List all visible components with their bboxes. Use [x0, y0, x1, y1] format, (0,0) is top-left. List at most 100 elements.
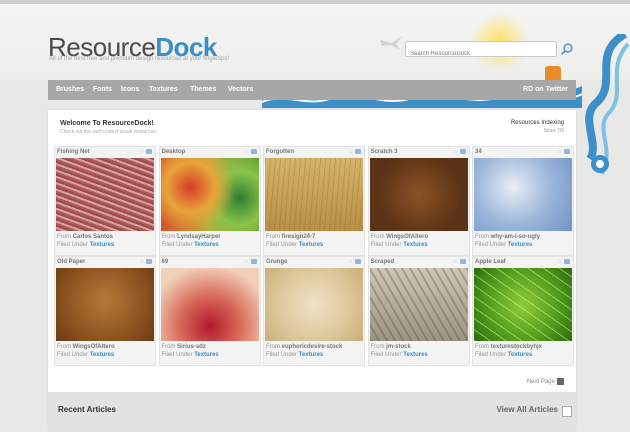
category-link[interactable]: Textures	[299, 242, 324, 248]
texture-card[interactable]: Grunge ☆ From euphoricdesire-stock Filed Un…	[263, 256, 365, 366]
texture-thumbnail[interactable]	[160, 158, 259, 231]
texture-card[interactable]: 34 ☆ From why-am-i-so-ugly Filed Under Text…	[472, 146, 574, 256]
author-link[interactable]: WingsOfAltero	[386, 234, 428, 240]
card-title[interactable]: Desktop	[162, 149, 186, 155]
site-tagline: All of the best free and premium design …	[49, 56, 230, 62]
category-link[interactable]: Textures	[194, 352, 219, 358]
download-icon[interactable]	[459, 259, 466, 265]
welcome-title: Welcome To ResourceDock!	[60, 120, 154, 127]
texture-thumbnail[interactable]	[474, 268, 572, 341]
card-category: Filed Under Textures	[266, 352, 324, 358]
card-author: From euphoricdesire-stock	[266, 344, 343, 350]
download-icon[interactable]	[146, 259, 152, 265]
texture-thumbnail[interactable]	[369, 268, 468, 341]
card-author: From Sirius-sdz	[161, 344, 206, 350]
texture-card[interactable]: Desktop ☆ From LyndsayHarper Filed Under Te…	[158, 146, 261, 256]
category-link[interactable]: Textures	[90, 242, 115, 248]
card-actions: ☆	[558, 149, 570, 155]
card-title[interactable]: Grunge	[266, 259, 287, 265]
download-icon[interactable]	[146, 149, 152, 155]
card-author: From WingsOfAltero	[370, 234, 429, 240]
author-link[interactable]: WingsOfAltero	[73, 344, 115, 350]
welcome-subtitle: Check out the web's latest visual resour…	[60, 129, 158, 135]
texture-thumbnail[interactable]	[160, 268, 259, 341]
category-link[interactable]: Textures	[508, 352, 533, 358]
card-title[interactable]: 34	[475, 149, 482, 155]
card-title[interactable]: Old Paper	[57, 259, 85, 265]
recent-articles-bar: Recent Articles View All Articles	[48, 392, 576, 432]
texture-thumbnail[interactable]	[369, 158, 468, 231]
download-icon[interactable]	[459, 149, 466, 155]
nav-themes[interactable]: Themes	[190, 86, 216, 93]
download-icon[interactable]	[564, 259, 570, 265]
search-input[interactable]	[406, 47, 554, 61]
card-title[interactable]: 69	[162, 259, 169, 265]
category-link[interactable]: Textures	[299, 352, 324, 358]
category-link[interactable]: Textures	[508, 242, 533, 248]
card-actions: ☆	[558, 259, 570, 265]
indexing-subtitle: Since '08	[543, 128, 564, 134]
category-link[interactable]: Textures	[90, 352, 115, 358]
nav-textures[interactable]: Textures	[149, 86, 178, 93]
category-link[interactable]: Textures	[194, 242, 219, 248]
texture-thumbnail[interactable]	[474, 158, 572, 231]
texture-card[interactable]: Fishing Net ☆ From Carlos Santos Filed Unde…	[54, 146, 156, 256]
category-link[interactable]: Textures	[403, 242, 428, 248]
indexing-title: Resources Indexing	[510, 120, 564, 126]
swirl-decoration	[585, 34, 630, 175]
search-icon[interactable]	[560, 42, 574, 56]
author-link[interactable]: euphoricdesire-stock	[282, 344, 343, 350]
next-page-icon	[557, 378, 564, 385]
nav-brushes[interactable]: Brushes	[56, 86, 84, 93]
main-nav: Brushes Fonts Icons Textures Themes Vect…	[48, 80, 576, 100]
card-actions: ☆	[140, 259, 152, 265]
card-category: Filed Under Textures	[475, 352, 533, 358]
main-content: Welcome To ResourceDock! Check out the w…	[48, 110, 576, 430]
texture-card[interactable]: Scraped ☆ From jm-stock Filed Under Texture…	[367, 256, 470, 366]
author-link[interactable]: why-am-i-so-ugly	[491, 234, 540, 240]
card-title[interactable]: Fishing Net	[57, 149, 90, 155]
texture-thumbnail[interactable]	[56, 268, 154, 341]
author-link[interactable]: texturestockbyhjx	[491, 344, 542, 350]
texture-thumbnail[interactable]	[265, 268, 363, 341]
download-icon[interactable]	[250, 149, 257, 155]
author-link[interactable]: Sirius-sdz	[177, 344, 206, 350]
card-title[interactable]: Scratch 3	[371, 149, 398, 155]
download-icon[interactable]	[564, 149, 570, 155]
card-author: From firesign24-7	[266, 234, 316, 240]
nav-vectors[interactable]: Vectors	[228, 86, 253, 93]
card-actions: ☆	[244, 259, 257, 265]
texture-card[interactable]: 69 ☆ From Sirius-sdz Filed Under Textures	[158, 256, 261, 366]
nav-twitter-link[interactable]: RD on Twitter	[523, 86, 568, 93]
card-category: Filed Under Textures	[161, 242, 219, 248]
card-title[interactable]: Apple Leaf	[475, 259, 506, 265]
card-author: From Carlos Santos	[57, 234, 114, 240]
view-all-articles-link[interactable]: View All Articles	[496, 405, 558, 414]
card-author: From WingsOfAltero	[57, 344, 115, 350]
download-icon[interactable]	[355, 259, 361, 265]
category-link[interactable]: Textures	[403, 352, 428, 358]
texture-card[interactable]: Scratch 3 ☆ From WingsOfAltero Filed Under …	[367, 146, 470, 256]
card-title[interactable]: Forgotten	[266, 149, 294, 155]
nav-icons[interactable]: Icons	[121, 86, 139, 93]
author-link[interactable]: jm-stock	[386, 344, 411, 350]
nav-fonts[interactable]: Fonts	[93, 86, 112, 93]
texture-thumbnail[interactable]	[56, 158, 154, 231]
card-actions: ☆	[349, 259, 361, 265]
author-link[interactable]: firesign24-7	[282, 234, 316, 240]
card-category: Filed Under Textures	[161, 352, 219, 358]
bird-icon	[380, 36, 402, 50]
download-icon[interactable]	[250, 259, 257, 265]
texture-card[interactable]: Old Paper ☆ From WingsOfAltero Filed Under …	[54, 256, 156, 366]
author-link[interactable]: Carlos Santos	[73, 234, 113, 240]
download-icon[interactable]	[355, 149, 361, 155]
texture-card[interactable]: Forgotten ☆ From firesign24-7 Filed Under T…	[263, 146, 365, 256]
card-actions: ☆	[244, 149, 257, 155]
card-category: Filed Under Textures	[370, 352, 428, 358]
next-page-label: Next Page	[526, 379, 555, 386]
texture-card[interactable]: Apple Leaf ☆ From texturestockbyhjx Filed U…	[472, 256, 574, 366]
card-title[interactable]: Scraped	[371, 259, 395, 265]
author-link[interactable]: LyndsayHarper	[177, 234, 220, 240]
next-page-link[interactable]: Next Page	[527, 378, 564, 385]
texture-thumbnail[interactable]	[265, 158, 363, 231]
